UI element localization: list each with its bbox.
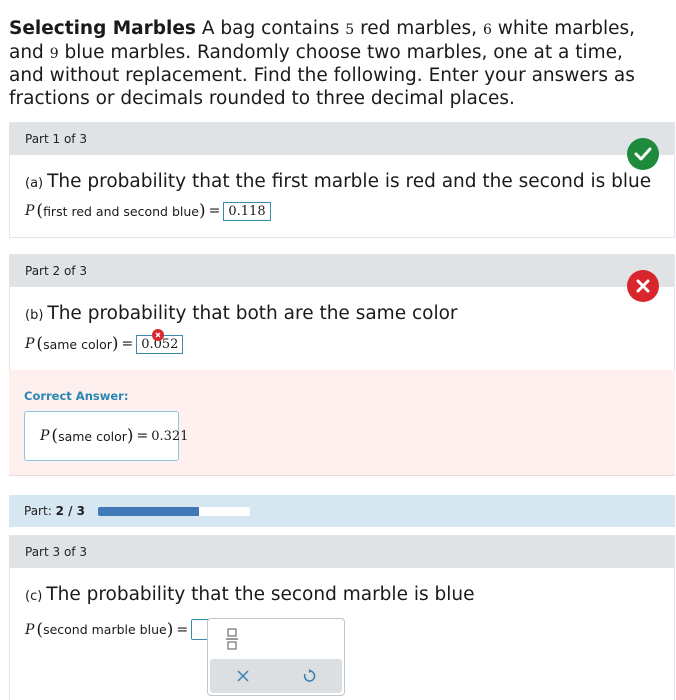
part-1-card: Part 1 of 3 (a) The probability that the …	[9, 122, 675, 238]
probability-symbol: P	[25, 621, 35, 638]
part-2-question: (b) The probability that both are the sam…	[25, 303, 458, 324]
math-palette	[207, 618, 345, 696]
open-paren: (	[36, 619, 44, 640]
open-paren: (	[36, 201, 44, 221]
checkmark-icon	[627, 138, 659, 170]
close-paren: )	[126, 426, 134, 446]
problem-text: blue marbles. Randomly choose two marble…	[9, 41, 635, 109]
part-3-header: Part 3 of 3	[10, 536, 674, 568]
error-marker-icon	[152, 329, 164, 341]
part-1-formula: P ( first red and second blue ) = 0.118	[25, 201, 271, 221]
close-paren: )	[199, 201, 206, 221]
equals-sign: =	[176, 621, 189, 638]
progress-text: Part: 2 / 3	[24, 504, 85, 518]
formula-argument: same color	[43, 336, 112, 352]
formula-argument: second marble blue	[43, 622, 167, 637]
blue-count: 9	[49, 45, 59, 62]
open-paren: (	[51, 426, 59, 446]
progress-track	[98, 507, 250, 516]
formula-argument: same color	[58, 428, 127, 444]
part-1-header: Part 1 of 3	[10, 123, 674, 155]
close-paren: )	[111, 334, 119, 354]
probability-symbol: P	[40, 428, 50, 444]
progress-fill	[98, 507, 200, 516]
correct-answer-label: Correct Answer:	[24, 389, 129, 403]
correct-answer-value: 0.321	[151, 428, 189, 444]
white-count: 6	[482, 22, 492, 38]
correct-answer-panel: Correct Answer: P ( same color ) = 0.321	[9, 370, 675, 476]
equals-sign: =	[136, 428, 149, 444]
problem-statement: Selecting Marbles A bag contains 5 red m…	[9, 18, 659, 110]
palette-toolbar	[210, 659, 342, 693]
formula-argument: first red and second blue	[43, 203, 199, 219]
part-1-question: (a) The probability that the first marble…	[25, 171, 651, 192]
probability-symbol: P	[25, 203, 35, 219]
correct-answer-formula: P ( same color ) = 0.321	[40, 426, 188, 446]
part-2-header: Part 2 of 3	[10, 255, 674, 287]
problem-text: A bag contains	[201, 18, 340, 39]
clear-icon[interactable]	[236, 670, 249, 682]
question-text: The probability that the second marble i…	[46, 584, 475, 605]
question-text: The probability that both are the same c…	[47, 303, 458, 324]
problem-text: red marbles,	[360, 18, 478, 39]
progress-bar: Part: 2 / 3	[9, 495, 675, 527]
part-letter: (a)	[25, 176, 44, 191]
open-paren: (	[36, 334, 44, 354]
progress-label: Part:	[24, 504, 52, 518]
fraction-icon[interactable]	[225, 628, 239, 650]
close-paren: )	[166, 619, 174, 640]
equals-sign: =	[121, 336, 134, 352]
problem-title: Selecting Marbles	[9, 18, 196, 39]
undo-icon[interactable]	[302, 669, 316, 683]
part-1-answer-input[interactable]: 0.118	[223, 201, 271, 221]
progress-count: 2 / 3	[55, 504, 85, 518]
part-3-question: (c) The probability that the second marbl…	[25, 584, 474, 605]
equals-sign: =	[208, 203, 221, 219]
question-text: The probability that the first marble is…	[47, 171, 652, 192]
correct-answer-box: P ( same color ) = 0.321	[24, 411, 188, 461]
red-count: 5	[345, 22, 355, 38]
part-letter: (c)	[25, 589, 43, 604]
part-3-formula: P ( second marble blue ) =	[25, 619, 211, 640]
part-letter: (b)	[25, 308, 44, 323]
x-mark-icon	[627, 270, 659, 302]
probability-symbol: P	[25, 336, 35, 352]
part-2-card: Part 2 of 3 (b) The probability that both…	[9, 254, 675, 371]
